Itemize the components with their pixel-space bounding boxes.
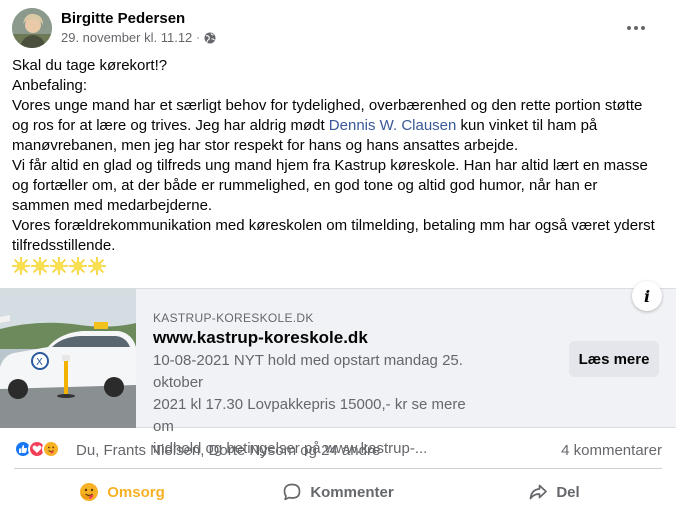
sun-emoji-icon [31, 257, 49, 275]
share-label: Del [556, 483, 580, 501]
link-preview-image[interactable]: X [0, 289, 136, 428]
post-actions: Omsorg Kommenter Del [14, 472, 662, 512]
post-text-line: manøvrebanen, men jeg har stor respekt f… [12, 137, 519, 154]
post-text-line: og ros for at lære og trives. Jeg har al… [12, 116, 668, 136]
sun-emoji-icon [69, 257, 87, 275]
meta-separator: · [196, 31, 200, 44]
comment-icon [283, 483, 301, 501]
more-dots-icon [627, 26, 645, 30]
share-button[interactable]: Del [446, 472, 662, 512]
sun-emoji-icon [88, 257, 106, 275]
svg-text:X: X [36, 357, 43, 368]
author-name[interactable]: Birgitte Pedersen [61, 10, 185, 27]
post-text-segment: og ros for at lære og trives. Jeg har al… [12, 117, 329, 134]
link-description-line: 10-08-2021 NYT hold med opstart mandag 2… [153, 352, 463, 391]
post-text-line: Vi får altid en glad og tilfreds ung man… [12, 157, 648, 174]
comment-button[interactable]: Kommenter [230, 472, 446, 512]
care-button[interactable]: Omsorg [14, 472, 230, 512]
care-label: Omsorg [107, 483, 165, 501]
emoji-row [12, 257, 668, 275]
post-text-line: Vores forældrekommunikation med køreskol… [12, 217, 655, 234]
post-meta: 29. november kl. 11.12 · [61, 30, 216, 45]
actions-divider [14, 468, 662, 469]
info-button[interactable]: i [632, 281, 662, 311]
globe-icon[interactable] [204, 32, 216, 44]
reactions-summary: Du, Frants Nielsen, Dorte Nysom og 24 an… [14, 438, 662, 462]
link-domain: KASTRUP-KORESKOLE.DK [153, 311, 314, 325]
reaction-icons[interactable] [14, 440, 60, 458]
reaction-names[interactable]: Du, Frants Nielsen, Dorte Nysom og 24 an… [76, 442, 380, 459]
author-avatar[interactable] [12, 8, 52, 48]
post-text-line: sammen med medarbejderne. [12, 197, 213, 214]
sun-emoji-icon [12, 257, 30, 275]
post-header: Birgitte Pedersen 29. november kl. 11.12… [12, 8, 664, 52]
link-preview-card[interactable]: X KASTRUP-KORESKOLE.DK www.kastrup-kores… [0, 281, 676, 457]
comment-label: Kommenter [310, 483, 394, 501]
care-reaction-icon[interactable] [42, 440, 60, 458]
read-more-button[interactable]: Læs mere [569, 341, 659, 377]
post-text-segment: kun vinket til ham på [456, 117, 598, 134]
mention-link[interactable]: Dennis W. Clausen [329, 117, 457, 134]
more-options-button[interactable] [622, 14, 650, 42]
post-text-line: tilfredsstillende. [12, 237, 116, 254]
post-text-line: og fortæller om, at der både er rummelig… [12, 177, 598, 194]
post-text-line: Skal du tage kørekort!? [12, 57, 168, 74]
care-icon [80, 483, 99, 501]
post-text-line: Vores unge mand har et særligt behov for… [12, 97, 643, 114]
comments-count[interactable]: 4 kommentarer [561, 442, 662, 459]
share-icon [529, 484, 548, 500]
sun-emoji-icon [50, 257, 68, 275]
post-body: Skal du tage kørekort!? Anbefaling: Vore… [12, 56, 668, 275]
post-text-line: Anbefaling: [12, 77, 88, 94]
post-timestamp[interactable]: 29. november kl. 11.12 [61, 30, 192, 45]
link-title[interactable]: www.kastrup-koreskole.dk [153, 328, 368, 348]
link-description-line: 2021 kl 17.30 Lovpakkepris 15000,- kr se… [153, 396, 466, 435]
